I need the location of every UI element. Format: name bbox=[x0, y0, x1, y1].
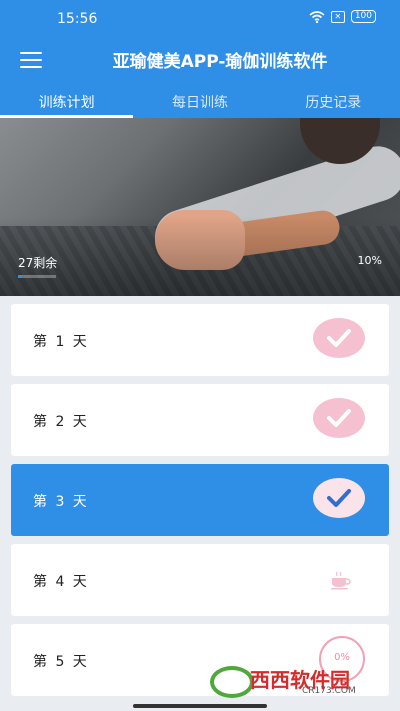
day-list: 第 1 天 第 2 天 第 3 天 第 4 天 第 5 天 0% bbox=[11, 304, 389, 704]
tab-history[interactable]: 历史记录 bbox=[267, 82, 400, 118]
day-label: 第 4 天 bbox=[33, 574, 89, 590]
tab-bar: 训练计划 每日训练 历史记录 bbox=[0, 82, 400, 118]
remaining-days-label: 27剩余 bbox=[18, 256, 58, 270]
day-label: 第 1 天 bbox=[33, 334, 89, 350]
plan-percent-label: 10% bbox=[357, 254, 382, 267]
hamburger-menu-icon[interactable] bbox=[20, 52, 42, 68]
status-time: 15:56 bbox=[57, 11, 98, 27]
wifi-icon bbox=[309, 10, 325, 23]
app-bar: 15:56 ✕ 100 亚瑜健美APP-瑜伽训练软件 训练计划 每日训练 历史记… bbox=[0, 0, 400, 118]
status-bar: 15:56 ✕ 100 bbox=[0, 0, 400, 38]
watermark-url: CR173.COM bbox=[302, 686, 356, 696]
day-label: 第 3 天 bbox=[33, 494, 89, 510]
day-card-4[interactable]: 第 4 天 bbox=[11, 544, 389, 616]
hero-banner-image: 27剩余 10% bbox=[0, 118, 400, 296]
coffee-cup-icon bbox=[331, 571, 351, 590]
tab-daily-training[interactable]: 每日训练 bbox=[133, 82, 266, 118]
tab-training-plan[interactable]: 训练计划 bbox=[0, 82, 134, 118]
day-label: 第 5 天 bbox=[33, 654, 89, 670]
day-label: 第 2 天 bbox=[33, 414, 89, 430]
day-card-3[interactable]: 第 3 天 bbox=[11, 464, 389, 536]
plan-progress-fill bbox=[18, 275, 22, 278]
battery-icon: 100 bbox=[350, 10, 376, 23]
watermark-badge-icon bbox=[210, 666, 254, 698]
checkmark-icon bbox=[313, 318, 365, 358]
watermark-logo: 西西软件园 CR173.COM bbox=[210, 662, 382, 700]
toolbar: 亚瑜健美APP-瑜伽训练软件 bbox=[0, 38, 400, 82]
day-card-1[interactable]: 第 1 天 bbox=[11, 304, 389, 376]
day-card-2[interactable]: 第 2 天 bbox=[11, 384, 389, 456]
checkmark-icon bbox=[313, 478, 365, 518]
page-title: 亚瑜健美APP-瑜伽训练软件 bbox=[112, 52, 328, 72]
status-icons: ✕ 100 bbox=[309, 10, 376, 23]
sim-off-icon: ✕ bbox=[330, 10, 345, 23]
checkmark-icon bbox=[313, 398, 365, 438]
plan-progress-bar bbox=[18, 275, 56, 278]
home-indicator[interactable] bbox=[133, 704, 267, 708]
